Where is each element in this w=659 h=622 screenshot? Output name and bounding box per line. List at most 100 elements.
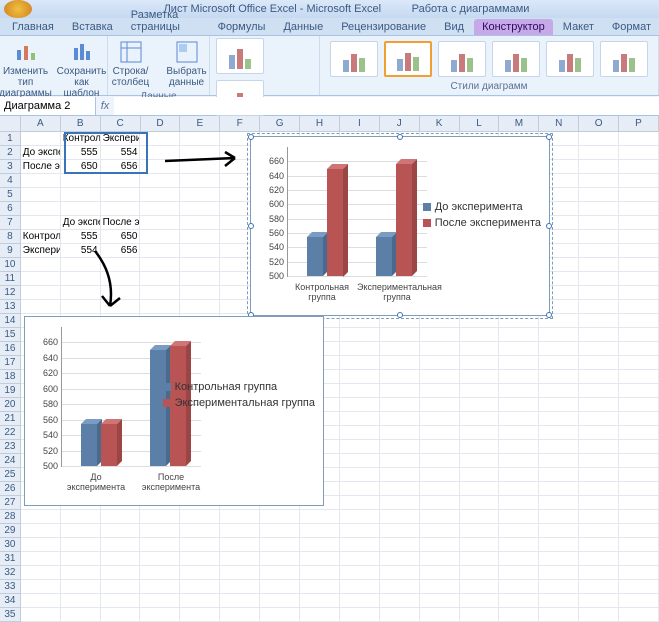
- cell[interactable]: [300, 566, 340, 580]
- cell[interactable]: [380, 482, 420, 496]
- cell[interactable]: [460, 314, 500, 328]
- cell[interactable]: [380, 426, 420, 440]
- cell[interactable]: [220, 524, 260, 538]
- cell[interactable]: [61, 552, 101, 566]
- row-header[interactable]: 24: [0, 454, 21, 468]
- cell[interactable]: [180, 258, 220, 272]
- cell[interactable]: [579, 496, 619, 510]
- cell[interactable]: [499, 384, 539, 398]
- row-header[interactable]: 18: [0, 370, 21, 384]
- switch-row-column-button[interactable]: Строка/столбец: [106, 38, 156, 90]
- cell[interactable]: [380, 384, 420, 398]
- tab-layout[interactable]: Макет: [555, 19, 602, 35]
- cell[interactable]: [579, 538, 619, 552]
- cell[interactable]: [420, 608, 460, 622]
- cell[interactable]: [340, 510, 380, 524]
- cell[interactable]: [21, 580, 61, 594]
- row-header[interactable]: 14: [0, 314, 21, 328]
- cell[interactable]: [340, 412, 380, 426]
- cell[interactable]: [499, 314, 539, 328]
- cell[interactable]: [101, 580, 141, 594]
- cell[interactable]: [180, 538, 220, 552]
- cell[interactable]: [420, 328, 460, 342]
- row-header[interactable]: 3: [0, 160, 21, 174]
- tab-review[interactable]: Рецензирование: [333, 19, 434, 35]
- cell[interactable]: [539, 426, 579, 440]
- column-header[interactable]: O: [579, 116, 619, 132]
- chart-legend[interactable]: Контрольная группа Экспериментальная гру…: [163, 377, 315, 413]
- cell[interactable]: [180, 580, 220, 594]
- cell[interactable]: [340, 552, 380, 566]
- cell[interactable]: [140, 230, 180, 244]
- cell[interactable]: [61, 608, 101, 622]
- cell[interactable]: [260, 608, 300, 622]
- cell[interactable]: [579, 160, 619, 174]
- cell[interactable]: [420, 412, 460, 426]
- cell[interactable]: [220, 594, 260, 608]
- cell[interactable]: [460, 538, 500, 552]
- cell[interactable]: [460, 454, 500, 468]
- chart-styles-gallery[interactable]: [330, 38, 648, 80]
- cell[interactable]: [619, 594, 659, 608]
- cell[interactable]: [499, 510, 539, 524]
- cell[interactable]: [579, 188, 619, 202]
- cell[interactable]: [539, 608, 579, 622]
- cell[interactable]: [579, 510, 619, 524]
- cell[interactable]: [539, 328, 579, 342]
- cell[interactable]: [61, 188, 101, 202]
- cell[interactable]: [380, 552, 420, 566]
- cell[interactable]: [260, 566, 300, 580]
- cell[interactable]: [579, 258, 619, 272]
- cell[interactable]: [619, 538, 659, 552]
- cell[interactable]: [380, 398, 420, 412]
- cell[interactable]: [140, 244, 180, 258]
- tab-view[interactable]: Вид: [436, 19, 472, 35]
- cell[interactable]: [579, 454, 619, 468]
- row-header[interactable]: 13: [0, 300, 21, 314]
- cell[interactable]: [499, 398, 539, 412]
- row-header[interactable]: 31: [0, 552, 21, 566]
- cell[interactable]: [180, 608, 220, 622]
- cell[interactable]: [180, 216, 220, 230]
- cell[interactable]: [539, 356, 579, 370]
- cell[interactable]: [260, 552, 300, 566]
- cell[interactable]: [619, 300, 659, 314]
- cell[interactable]: [539, 496, 579, 510]
- cell[interactable]: [619, 440, 659, 454]
- cell[interactable]: [340, 454, 380, 468]
- cell[interactable]: [499, 608, 539, 622]
- cell[interactable]: [340, 608, 380, 622]
- cell[interactable]: [21, 286, 61, 300]
- cell[interactable]: [340, 440, 380, 454]
- cell[interactable]: [101, 286, 141, 300]
- cell[interactable]: [579, 300, 619, 314]
- cell[interactable]: [499, 426, 539, 440]
- chart-bar[interactable]: [81, 424, 97, 466]
- cell[interactable]: 555: [61, 230, 101, 244]
- cell[interactable]: [420, 496, 460, 510]
- cell[interactable]: [101, 188, 141, 202]
- cell[interactable]: [101, 174, 141, 188]
- row-header[interactable]: 25: [0, 468, 21, 482]
- cell[interactable]: [619, 202, 659, 216]
- cell[interactable]: [260, 580, 300, 594]
- cell[interactable]: [340, 384, 380, 398]
- cell[interactable]: [539, 468, 579, 482]
- cell[interactable]: [460, 510, 500, 524]
- cell[interactable]: [61, 202, 101, 216]
- cell[interactable]: [21, 510, 61, 524]
- cell[interactable]: [140, 552, 180, 566]
- cell[interactable]: [420, 314, 460, 328]
- cell[interactable]: [101, 272, 141, 286]
- cell[interactable]: [420, 398, 460, 412]
- cell[interactable]: [101, 552, 141, 566]
- cell[interactable]: [619, 160, 659, 174]
- cell[interactable]: [220, 552, 260, 566]
- cell[interactable]: [420, 580, 460, 594]
- cell[interactable]: [420, 538, 460, 552]
- cell[interactable]: [460, 566, 500, 580]
- cell[interactable]: [619, 328, 659, 342]
- cell[interactable]: [140, 174, 180, 188]
- cell[interactable]: [101, 538, 141, 552]
- cell[interactable]: [499, 552, 539, 566]
